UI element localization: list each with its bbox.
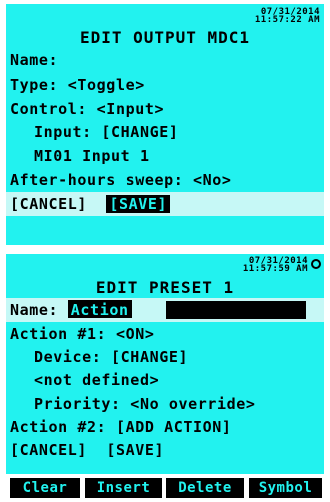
control-selector[interactable]: Control: <Input> bbox=[10, 99, 320, 119]
timestamp: 07/31/2014 11:57:59 AM bbox=[242, 257, 308, 274]
after-hours-sweep-selector[interactable]: After-hours sweep: <No> bbox=[10, 170, 320, 190]
delete-softkey[interactable]: Delete bbox=[166, 478, 244, 498]
priority-selector[interactable]: Priority: <No override> bbox=[34, 394, 320, 414]
timestamp: 07/31/2014 11:57:22 AM bbox=[254, 8, 320, 25]
action-row: [CANCEL] [SAVE] bbox=[10, 440, 320, 460]
page-title: EDIT OUTPUT MDC1 bbox=[79, 28, 251, 47]
cancel-button[interactable]: [CANCEL] bbox=[10, 195, 87, 213]
save-button[interactable]: [SAVE] bbox=[106, 441, 164, 459]
name-field[interactable]: Name: bbox=[10, 50, 320, 70]
type-selector[interactable]: Type: <Toggle> bbox=[10, 75, 320, 95]
time-text: 11:57:22 AM bbox=[254, 15, 320, 25]
symbol-softkey[interactable]: Symbol bbox=[249, 478, 322, 498]
input-change-button[interactable]: Input: [CHANGE] bbox=[34, 122, 320, 142]
cancel-button[interactable]: [CANCEL] bbox=[10, 441, 87, 459]
device-change-button[interactable]: Device: [CHANGE] bbox=[34, 347, 320, 367]
name-input[interactable]: Action bbox=[67, 300, 132, 319]
action1-selector[interactable]: Action #1: <ON> bbox=[10, 324, 320, 344]
edit-preset-screen: 07/31/2014 11:57:59 AM EDIT PRESET 1 Nam… bbox=[6, 254, 324, 498]
name-label: Name: bbox=[10, 301, 59, 319]
page-title: EDIT PRESET 1 bbox=[95, 278, 235, 297]
edit-output-screen: 07/31/2014 11:57:22 AM EDIT OUTPUT MDC1 … bbox=[6, 4, 324, 245]
insert-softkey[interactable]: Insert bbox=[85, 478, 162, 498]
name-input-remaining[interactable] bbox=[166, 301, 306, 319]
status-circle-icon bbox=[311, 259, 321, 269]
action-row: [CANCEL] [SAVE] bbox=[10, 194, 320, 214]
softkey-bar: Clear Insert Delete Symbol bbox=[6, 474, 324, 498]
add-action-button[interactable]: Action #2: [ADD ACTION] bbox=[10, 417, 320, 437]
time-text: 11:57:59 AM bbox=[242, 264, 308, 274]
save-button[interactable]: [SAVE] bbox=[106, 195, 171, 213]
input-value: MI01 Input 1 bbox=[34, 147, 150, 165]
clear-softkey[interactable]: Clear bbox=[10, 478, 80, 498]
device-value: <not defined> bbox=[34, 371, 160, 389]
